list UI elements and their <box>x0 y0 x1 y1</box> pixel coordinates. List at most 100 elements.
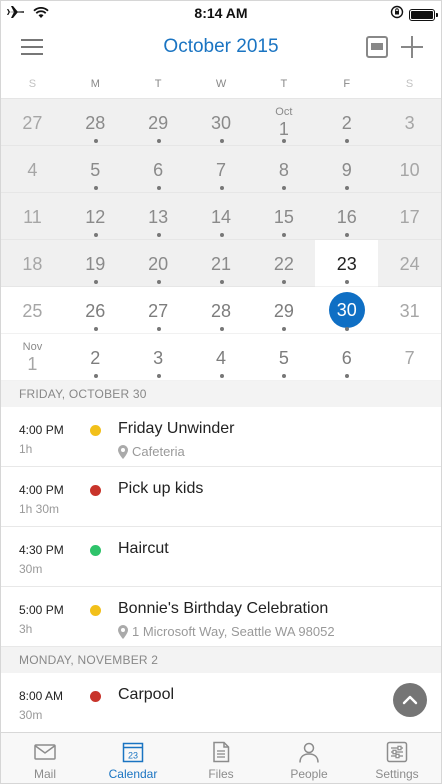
day-number: 7 <box>216 160 227 180</box>
calendar-day[interactable]: 17 <box>378 193 441 240</box>
calendar-day[interactable]: 14 <box>189 193 253 240</box>
calendar-day[interactable]: Nov 1 <box>1 334 64 381</box>
day-number: 1 <box>27 354 38 374</box>
calendar-day[interactable]: 27 <box>1 99 64 146</box>
day-number: 4 <box>27 160 38 180</box>
event-indicator-dot <box>156 186 161 190</box>
event-location: 1 Microsoft Way, Seattle WA 98052 <box>118 624 335 639</box>
battery-icon <box>409 8 438 21</box>
event-color-dot <box>90 425 101 436</box>
calendar-day[interactable]: 4 <box>1 146 64 193</box>
calendar-day[interactable]: 9 <box>315 146 379 193</box>
calendar-day[interactable]: 2 <box>315 99 379 146</box>
day-number: 20 <box>148 254 169 274</box>
day-number: 30 <box>336 300 357 320</box>
calendar-day[interactable]: 8 <box>252 146 316 193</box>
tab-people[interactable]: People <box>265 733 353 783</box>
tab-settings[interactable]: Settings <box>353 733 441 783</box>
event-row[interactable]: 5:00 PM 3h Bonnie's Birthday Celebration… <box>1 587 441 647</box>
day-number: 3 <box>404 113 415 133</box>
event-title: Friday Unwinder <box>118 420 235 437</box>
calendar-day[interactable]: 29 <box>252 287 316 334</box>
calendar-day-selected[interactable]: 30 <box>315 287 379 334</box>
event-indicator-dot <box>156 327 161 331</box>
location-pin-icon <box>118 624 128 639</box>
event-indicator-dot <box>93 280 98 284</box>
calendar-day[interactable]: 3 <box>378 99 441 146</box>
event-row[interactable]: 4:00 PM 1h Friday Unwinder Cafeteria <box>1 407 441 467</box>
calendar-day[interactable]: 27 <box>126 287 190 334</box>
event-color-dot <box>90 545 101 556</box>
weekday-label: S <box>405 78 414 90</box>
scroll-to-top-button[interactable] <box>393 683 427 717</box>
event-indicator-dot <box>345 327 350 331</box>
event-time: 4:30 PM <box>19 543 64 557</box>
calendar-icon: 23 <box>122 742 144 763</box>
mail-icon <box>34 744 56 760</box>
event-indicator-dot <box>219 233 224 237</box>
calendar-day[interactable]: 5 <box>63 146 127 193</box>
calendar-day[interactable]: 22 <box>252 240 316 287</box>
calendar-day[interactable]: 6 <box>315 334 379 381</box>
event-time: 8:00 AM <box>19 689 64 703</box>
event-indicator-dot <box>345 186 350 190</box>
event-row[interactable]: 8:00 AM 30m Carpool <box>1 673 441 733</box>
calendar-day[interactable]: 31 <box>378 287 441 334</box>
plus-icon[interactable] <box>400 35 424 59</box>
calendar-day[interactable]: 12 <box>63 193 127 240</box>
calendar-day[interactable]: 21 <box>189 240 253 287</box>
calendar-day[interactable]: 10 <box>378 146 441 193</box>
event-title: Pick up kids <box>118 480 204 497</box>
calendar-day[interactable]: 29 <box>126 99 190 146</box>
tab-calendar[interactable]: 23 Calendar <box>89 733 177 783</box>
calendar-day[interactable]: 15 <box>252 193 316 240</box>
calendar-day[interactable]: 20 <box>126 240 190 287</box>
day-number: 24 <box>399 254 420 274</box>
calendar-day[interactable]: 11 <box>1 193 64 240</box>
calendar-day[interactable]: 16 <box>315 193 379 240</box>
calendar-day[interactable]: 24 <box>378 240 441 287</box>
calendar-day[interactable]: 5 <box>252 334 316 381</box>
day-number: 18 <box>22 254 43 274</box>
calendar-day[interactable]: 25 <box>1 287 64 334</box>
calendar-day-today[interactable]: 23 <box>315 240 379 287</box>
calendar-week-row: 18 19 20 21 22 23 24 <box>1 240 441 287</box>
event-indicator-dot <box>156 280 161 284</box>
calendar-day[interactable]: 26 <box>63 287 127 334</box>
calendar-day[interactable]: 6 <box>126 146 190 193</box>
tab-label: Files <box>208 767 234 781</box>
event-location: Cafeteria <box>118 444 185 459</box>
calendar-day[interactable]: 2 <box>63 334 127 381</box>
tab-mail[interactable]: Mail <box>1 733 89 783</box>
agenda-date-header: MONDAY, NOVEMBER 2 <box>1 647 441 673</box>
calendar-day[interactable]: Oct 1 <box>252 99 316 146</box>
calendar-week-row: Nov 1 2 3 4 5 6 7 <box>1 334 441 381</box>
weekday-label: M <box>90 78 100 90</box>
person-icon <box>299 742 319 763</box>
event-indicator-dot <box>93 139 98 143</box>
event-title: Bonnie's Birthday Celebration <box>118 600 329 617</box>
agenda-date-header: FRIDAY, OCTOBER 30 <box>1 381 441 407</box>
day-number: 30 <box>210 113 232 133</box>
calendar-day[interactable]: 3 <box>126 334 190 381</box>
day-number: 31 <box>399 301 420 321</box>
day-number: 11 <box>23 207 42 227</box>
calendar-day[interactable]: 4 <box>189 334 253 381</box>
calendar-day[interactable]: 7 <box>189 146 253 193</box>
weekday-label: T <box>154 78 162 90</box>
calendar-day[interactable]: 18 <box>1 240 64 287</box>
calendar-day[interactable]: 19 <box>63 240 127 287</box>
event-row[interactable]: 4:00 PM 1h 30m Pick up kids <box>1 467 441 527</box>
day-number: 15 <box>273 207 294 227</box>
calendar-day[interactable]: 28 <box>63 99 127 146</box>
chevron-up-icon <box>402 695 418 705</box>
tab-files[interactable]: Files <box>177 733 265 783</box>
event-indicator-dot <box>156 233 161 237</box>
calendar-day[interactable]: 30 <box>189 99 253 146</box>
calendar-day[interactable]: 28 <box>189 287 253 334</box>
event-indicator-dot <box>93 233 98 237</box>
calendar-day[interactable]: 13 <box>126 193 190 240</box>
event-row[interactable]: 4:30 PM 30m Haircut <box>1 527 441 587</box>
calendar-day[interactable]: 7 <box>378 334 441 381</box>
agenda-view-icon[interactable] <box>366 36 388 58</box>
